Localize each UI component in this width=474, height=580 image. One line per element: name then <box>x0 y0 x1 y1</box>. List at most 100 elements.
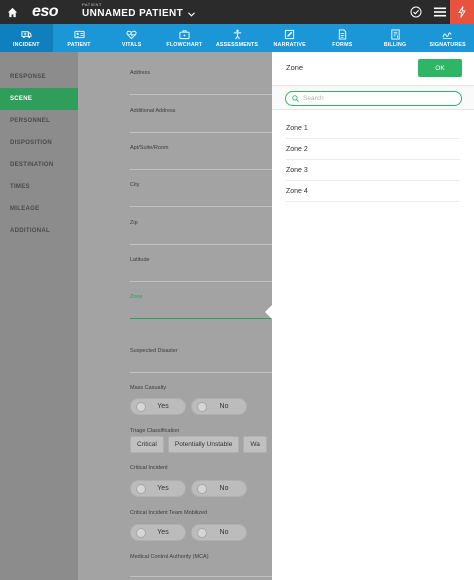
city-label: City <box>130 182 140 188</box>
additional-address-field[interactable] <box>130 132 272 133</box>
zone-picker-panel: Zone OK Zone 1 Zone 2 Zone 3 Zone 4 <box>272 52 474 580</box>
search-icon <box>292 95 299 102</box>
critical-incident-team-label: Critical Incident Team Mobilized <box>130 510 208 516</box>
latitude-label: Latitude <box>130 257 150 263</box>
pencil-icon <box>285 29 295 39</box>
zone-option-1[interactable]: Zone 1 <box>286 118 460 139</box>
sidebar-item-times[interactable]: TIMES <box>0 176 78 198</box>
top-bar: eso PATIENT UNNAMED PATIENT <box>0 0 474 24</box>
zone-label: Zone <box>130 294 143 300</box>
mass-casualty-label: Mass Casualty <box>130 385 167 391</box>
critical-incident-no[interactable]: No <box>191 480 247 497</box>
lightning-icon <box>458 6 466 18</box>
address-label: Address <box>130 70 151 76</box>
scene-form: Address Additional Address Apt/Suite/Roo… <box>78 52 272 580</box>
apt-field[interactable] <box>130 169 272 170</box>
eso-logo: eso <box>32 3 59 20</box>
radio-icon <box>136 484 146 494</box>
zone-option-2[interactable]: Zone 2 <box>286 139 460 160</box>
tab-vitals[interactable]: VITALS <box>105 24 158 52</box>
city-field[interactable] <box>130 206 272 207</box>
radio-icon <box>197 528 207 538</box>
tab-label: NARRATIVE <box>273 41 306 48</box>
tab-billing[interactable]: BILLING <box>369 24 422 52</box>
critical-incident-label: Critical Incident <box>130 465 168 471</box>
sidebar-item-disposition[interactable]: DISPOSITION <box>0 132 78 154</box>
triage-classification-options: Critical Potentially Unstable Wa <box>130 436 267 453</box>
triage-classification-label: Triage Classification <box>130 428 180 434</box>
sidebar-item-scene[interactable]: SCENE <box>0 88 78 110</box>
chevron-down-icon <box>188 11 196 17</box>
tab-label: VITALS <box>121 41 142 48</box>
check-circle-icon <box>410 6 422 18</box>
zone-option-4[interactable]: Zone 4 <box>286 181 460 202</box>
tab-label: SIGNATURES <box>429 41 466 48</box>
tab-patient[interactable]: PATIENT <box>53 24 106 52</box>
tab-label: FORMS <box>332 41 353 48</box>
section-sidebar: RESPONSE SCENE PERSONNEL DISPOSITION DES… <box>0 52 78 580</box>
zone-panel-header: Zone OK <box>272 52 474 86</box>
tab-flowchart[interactable]: FLOWCHART <box>158 24 211 52</box>
billing-icon <box>390 28 400 40</box>
mca-field[interactable] <box>130 576 272 577</box>
zip-field[interactable] <box>130 244 272 245</box>
body-icon <box>233 29 241 39</box>
sidebar-item-response[interactable]: RESPONSE <box>0 66 78 88</box>
tab-label: BILLING <box>383 41 407 48</box>
zone-field[interactable] <box>130 318 272 319</box>
zone-search-box <box>285 91 462 106</box>
critical-incident-team-options: Yes No <box>130 524 247 541</box>
mass-casualty-no[interactable]: No <box>191 398 247 415</box>
triage-potentially-unstable[interactable]: Potentially Unstable <box>167 436 240 453</box>
suspected-disaster-label: Suspected Disaster <box>130 348 178 354</box>
ambulance-icon <box>21 30 32 38</box>
main-tabs: INCIDENT PATIENT VITALS FLOWCHART ASSESS… <box>0 24 474 52</box>
patient-selector[interactable]: PATIENT UNNAMED PATIENT <box>82 2 196 21</box>
tab-signatures[interactable]: SIGNATURES <box>421 24 474 52</box>
home-button[interactable] <box>0 0 24 24</box>
suspected-disaster-field[interactable] <box>130 372 272 373</box>
tab-narrative[interactable]: NARRATIVE <box>263 24 316 52</box>
tab-label: FLOWCHART <box>166 41 203 48</box>
mass-casualty-yes[interactable]: Yes <box>130 398 186 415</box>
sidebar-item-mileage[interactable]: MILEAGE <box>0 198 78 220</box>
critical-incident-team-no[interactable]: No <box>191 524 247 541</box>
heartbeat-icon <box>126 30 137 39</box>
critical-incident-team-yes[interactable]: Yes <box>130 524 186 541</box>
additional-address-label: Additional Address <box>130 108 176 114</box>
mass-casualty-options: Yes No <box>130 398 247 415</box>
sidebar-item-additional[interactable]: ADDITIONAL <box>0 220 78 242</box>
critical-incident-yes[interactable]: Yes <box>130 480 186 497</box>
tab-incident[interactable]: INCIDENT <box>0 24 53 52</box>
check-button[interactable] <box>404 0 428 24</box>
triage-option-partial[interactable]: Wa <box>243 436 267 453</box>
radio-icon <box>136 402 146 412</box>
zone-search-bar <box>272 86 474 110</box>
zone-search-input[interactable] <box>303 95 453 102</box>
id-card-icon <box>73 30 85 38</box>
briefcase-icon <box>179 29 190 39</box>
apt-label: Apt/Suite/Room <box>130 145 169 151</box>
sidebar-item-personnel[interactable]: PERSONNEL <box>0 110 78 132</box>
home-icon <box>7 7 17 17</box>
ok-button[interactable]: OK <box>418 59 462 77</box>
menu-button[interactable] <box>428 0 452 24</box>
patient-name: UNNAMED PATIENT <box>82 7 196 21</box>
radio-icon <box>136 528 146 538</box>
tab-assessments[interactable]: ASSESSMENTS <box>211 24 264 52</box>
hamburger-icon <box>434 7 446 17</box>
alert-button[interactable] <box>450 0 474 24</box>
document-icon <box>338 28 347 40</box>
radio-icon <box>197 484 207 494</box>
zip-label: Zip <box>130 220 138 226</box>
tab-label: INCIDENT <box>13 41 40 48</box>
triage-critical[interactable]: Critical <box>130 436 164 453</box>
radio-icon <box>197 402 207 412</box>
sidebar-item-destination[interactable]: DESTINATION <box>0 154 78 176</box>
tab-forms[interactable]: FORMS <box>316 24 369 52</box>
critical-incident-options: Yes No <box>130 480 247 497</box>
tab-label: PATIENT <box>67 41 91 48</box>
zone-option-3[interactable]: Zone 3 <box>286 160 460 181</box>
address-field[interactable] <box>130 94 272 95</box>
latitude-field[interactable] <box>130 281 272 282</box>
